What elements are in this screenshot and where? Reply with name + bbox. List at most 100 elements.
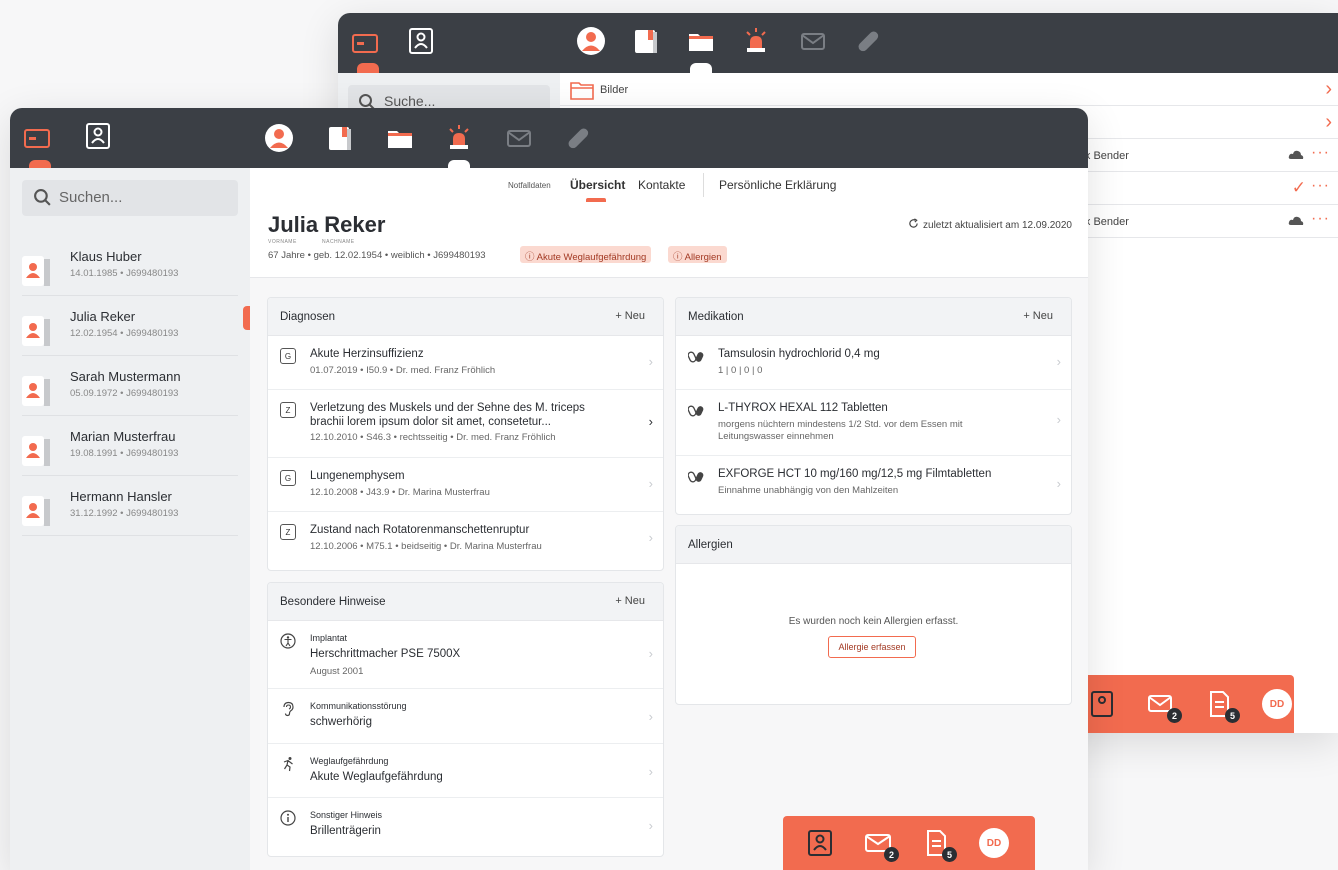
diagnosis-item[interactable]: Z Zustand nach Rotatorenmanschettenruptu… (268, 512, 663, 570)
active-tab-marker (357, 63, 379, 73)
medication-item[interactable]: Tamsulosin hydrochlorid 0,4 mg 1 | 0 | 0… (676, 336, 1071, 390)
chevron-right-icon: › (648, 764, 653, 779)
patient-avatar-icon (22, 256, 52, 286)
patient-list-item[interactable]: Hermann Hansler 31.12.1992 • J699480193 (22, 476, 238, 536)
diagnosis-type-chip: G (280, 348, 296, 364)
tab-notfalldaten[interactable]: Notfalldaten (508, 181, 551, 190)
tab-kontakte[interactable]: Kontakte (638, 178, 685, 192)
tab-persoenliche-erklaerung[interactable]: Persönliche Erklärung (719, 178, 836, 192)
running-person-icon (280, 756, 296, 772)
chevron-right-icon: › (1056, 412, 1061, 427)
last-updated: zuletzt aktualisiert am 12.09.2020 (908, 218, 1072, 231)
documents-icon[interactable]: 5 (921, 828, 957, 862)
mail-icon[interactable]: 2 (863, 828, 899, 862)
cloud-icon (1288, 216, 1304, 229)
refresh-icon[interactable] (908, 218, 919, 229)
card-header: Medikation + Neu (676, 298, 1071, 336)
patient-avatar-icon (22, 316, 52, 346)
record-book-icon[interactable] (325, 123, 355, 153)
pill-icon[interactable] (563, 123, 593, 153)
note-item[interactable]: Implantat Herschrittmacher PSE 7500X Aug… (268, 621, 663, 689)
pill-icon[interactable] (853, 26, 883, 56)
documents-count-badge: 5 (942, 847, 957, 862)
card-header: Allergien (676, 526, 1071, 564)
chevron-right-icon: › (1056, 476, 1061, 491)
diagnosis-item[interactable]: Z Verletzung des Muskels und der Sehne d… (268, 390, 663, 458)
folder-icon[interactable] (686, 26, 716, 56)
special-notes-card: Besondere Hinweise + Neu Implantat Hersc… (267, 582, 664, 857)
mail-count-badge: 2 (1167, 708, 1182, 723)
card-header: Diagnosen + Neu (268, 298, 663, 336)
ear-icon (280, 701, 296, 717)
documents-icon[interactable]: 5 (1204, 689, 1240, 723)
bottom-bar: 2 5 DD (783, 816, 1035, 870)
chevron-right-icon: › (648, 476, 653, 491)
user-avatar[interactable]: DD (979, 828, 1009, 858)
add-note-button[interactable]: + Neu (615, 595, 645, 607)
medication-card: Medikation + Neu Tamsulosin hydrochlorid… (675, 297, 1072, 515)
user-avatar[interactable]: DD (1262, 689, 1292, 719)
medication-item[interactable]: L-THYROX HEXAL 112 Tabletten morgens nüc… (676, 390, 1071, 456)
contact-book-icon[interactable] (805, 828, 835, 858)
mail-icon[interactable] (798, 26, 828, 56)
patient-avatar-icon[interactable] (576, 26, 606, 56)
status-badge[interactable]: ⓘ Allergien (668, 246, 727, 263)
main-window: Suchen... Klaus Huber 14.01.1985 • J6994… (10, 108, 1088, 870)
patient-name: Julia Reker (268, 212, 386, 237)
note-item[interactable]: Weglaufgefährdung Akute Weglaufgefährdun… (268, 744, 663, 798)
mail-icon[interactable] (504, 123, 534, 153)
patient-list-item[interactable]: Julia Reker 12.02.1954 • J699480193 (22, 296, 238, 356)
more-options-icon[interactable]: ··· (1311, 177, 1330, 195)
more-options-icon[interactable]: ··· (1311, 210, 1330, 228)
patient-list-item[interactable]: Klaus Huber 14.01.1985 • J699480193 (22, 236, 238, 296)
contact-book-icon[interactable] (406, 26, 436, 56)
emergency-alarm-icon[interactable] (741, 26, 771, 56)
last-name-label: NACHNAME (322, 239, 355, 245)
contact-book-icon[interactable] (1088, 689, 1118, 719)
chevron-right-icon: › (648, 818, 653, 833)
section-tabs: Notfalldaten Übersicht Kontakte Persönli… (250, 168, 1088, 202)
tab-uebersicht[interactable]: Übersicht (570, 178, 625, 192)
tab-divider (703, 173, 704, 197)
status-badge[interactable]: ⓘ Akute Weglaufgefährdung (520, 246, 652, 263)
add-allergy-button[interactable]: Allergie erfassen (828, 636, 916, 658)
mail-count-badge: 2 (884, 847, 899, 862)
medication-item[interactable]: EXFORGE HCT 10 mg/160 mg/12,5 mg Filmtab… (676, 456, 1071, 514)
patient-list-item[interactable]: Sarah Mustermann 05.09.1972 • J699480193 (22, 356, 238, 416)
add-medication-button[interactable]: + Neu (1023, 310, 1053, 322)
diagnosis-type-chip: Z (280, 524, 296, 540)
chevron-right-icon: › (648, 354, 653, 369)
chevron-right-icon: › (648, 709, 653, 724)
add-diagnosis-button[interactable]: + Neu (615, 310, 645, 322)
more-options-icon[interactable]: ··· (1311, 144, 1330, 162)
empty-state-message: Es wurden noch kein Allergien erfasst. (788, 616, 959, 627)
mail-icon[interactable]: 2 (1146, 689, 1182, 723)
note-item[interactable]: Sonstiger Hinweis Brillenträgerin › (268, 798, 663, 856)
patient-search-input[interactable]: Suchen... (22, 180, 238, 216)
diagnosis-item[interactable]: G Lungenemphysem 12.10.2008 • J43.9 • Dr… (268, 458, 663, 512)
diagnosis-item[interactable]: G Akute Herzinsuffizienz 01.07.2019 • I5… (268, 336, 663, 390)
card-reader-icon[interactable] (350, 28, 380, 58)
chevron-right-icon: › (1325, 78, 1332, 100)
check-icon: ✓ (1291, 178, 1306, 197)
patient-avatar-icon (22, 436, 52, 466)
emergency-alarm-icon[interactable] (444, 123, 474, 153)
diagnosis-type-chip: Z (280, 402, 296, 418)
patient-avatar-icon[interactable] (264, 123, 294, 153)
file-row[interactable]: Bilder › (560, 73, 1338, 106)
card-header: Besondere Hinweise + Neu (268, 583, 663, 621)
patient-list-item[interactable]: Marian Musterfrau 19.08.1991 • J69948019… (22, 416, 238, 476)
patient-meta: 67 Jahre • geb. 12.02.1954 • weiblich • … (268, 250, 486, 261)
info-icon (280, 810, 296, 826)
card-reader-icon[interactable] (22, 123, 52, 153)
record-book-icon[interactable] (631, 26, 661, 56)
pills-icon (687, 348, 704, 364)
contact-book-icon[interactable] (83, 121, 113, 151)
chevron-right-icon: › (648, 530, 653, 545)
note-item[interactable]: Kommunikationsstörung schwerhörig › (268, 689, 663, 744)
diagnoses-card: Diagnosen + Neu G Akute Herzinsuffizienz… (267, 297, 664, 571)
chevron-right-icon: › (648, 414, 653, 429)
folder-icon[interactable] (385, 123, 415, 153)
diagnosis-type-chip: G (280, 470, 296, 486)
accessibility-icon (280, 633, 296, 649)
